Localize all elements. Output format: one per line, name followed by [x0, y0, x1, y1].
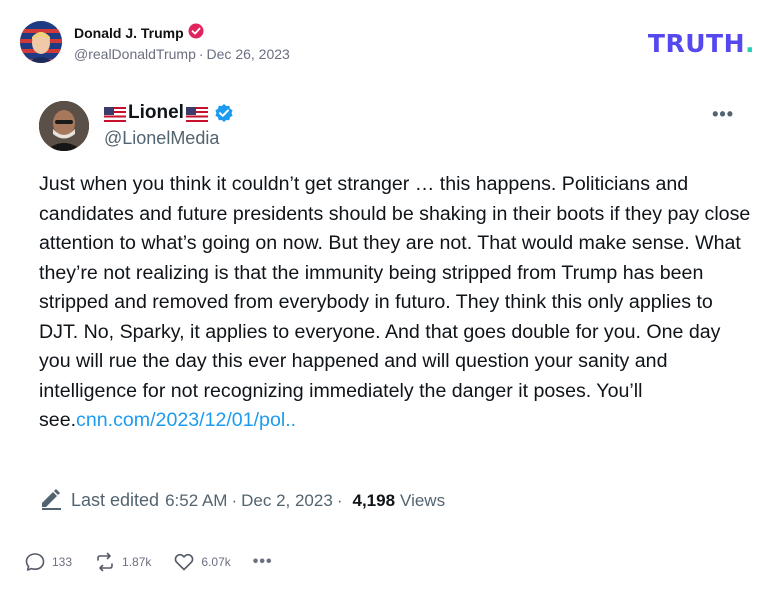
embed-avatar [39, 101, 89, 151]
us-flag-icon [104, 106, 126, 122]
truth-logo: TRUTH. [648, 29, 755, 58]
retruth-icon [94, 551, 116, 573]
verified-badge-icon [188, 23, 204, 42]
heart-icon [173, 551, 195, 573]
reply-count: 133 [52, 555, 73, 569]
footer-separator: · [231, 491, 238, 510]
footer-separator: · [336, 491, 343, 510]
embed-body-text: Just when you think it couldn’t get stra… [39, 173, 751, 431]
truth-post: Donald J. Trump @realDonaldTrump · Dec 26,… [0, 0, 777, 593]
embed-name-row: Lionel [104, 102, 234, 124]
verified-badge-icon [214, 103, 234, 123]
author-meta: @realDonaldTrump · Dec 26, 2023 [74, 46, 290, 62]
us-flag-icon [185, 106, 208, 122]
pencil-icon [39, 486, 63, 510]
post-actions: 133 1.87k 6.07k ••• [24, 551, 295, 573]
brand-dot: . [745, 29, 755, 58]
author-handle[interactable]: @realDonaldTrump [74, 46, 196, 62]
author-name[interactable]: Donald J. Trump [74, 25, 184, 41]
like-button[interactable]: 6.07k [173, 551, 231, 573]
embed-name: Lionel [128, 102, 184, 123]
author-name-row: Donald J. Trump [74, 23, 204, 42]
reply-button[interactable]: 133 [24, 551, 72, 573]
author-avatar[interactable] [20, 21, 62, 63]
more-options-button[interactable]: ••• [253, 553, 273, 571]
views-label: Views [400, 491, 446, 510]
retruth-count: 1.87k [122, 555, 152, 569]
retruth-button[interactable]: 1.87k [94, 551, 151, 573]
embed-handle: @LionelMedia [104, 128, 220, 148]
edited-date: Dec 2, 2023 [241, 491, 333, 510]
embed-body: Just when you think it couldn’t get stra… [39, 170, 751, 436]
more-icon: ••• [252, 553, 273, 570]
embed-footer: Last edited 6:52 AM · Dec 2, 2023 · 4,19… [39, 482, 445, 511]
brand-text: TRUTH [647, 29, 745, 58]
views-count: 4,198 [352, 491, 396, 510]
embed-more-icon: ••• [712, 104, 734, 124]
post-date[interactable]: Dec 26, 2023 [207, 46, 290, 62]
embed-link: cnn.com/2023/12/01/pol.. [76, 409, 297, 431]
last-edited-label: Last edited [71, 490, 160, 510]
meta-separator: · [198, 46, 204, 62]
like-count: 6.07k [201, 555, 231, 569]
embedded-image[interactable]: Lionel @LionelMedia ••• Just when you th… [22, 88, 758, 528]
reply-icon [24, 551, 46, 573]
edited-time: 6:52 AM [165, 491, 228, 510]
